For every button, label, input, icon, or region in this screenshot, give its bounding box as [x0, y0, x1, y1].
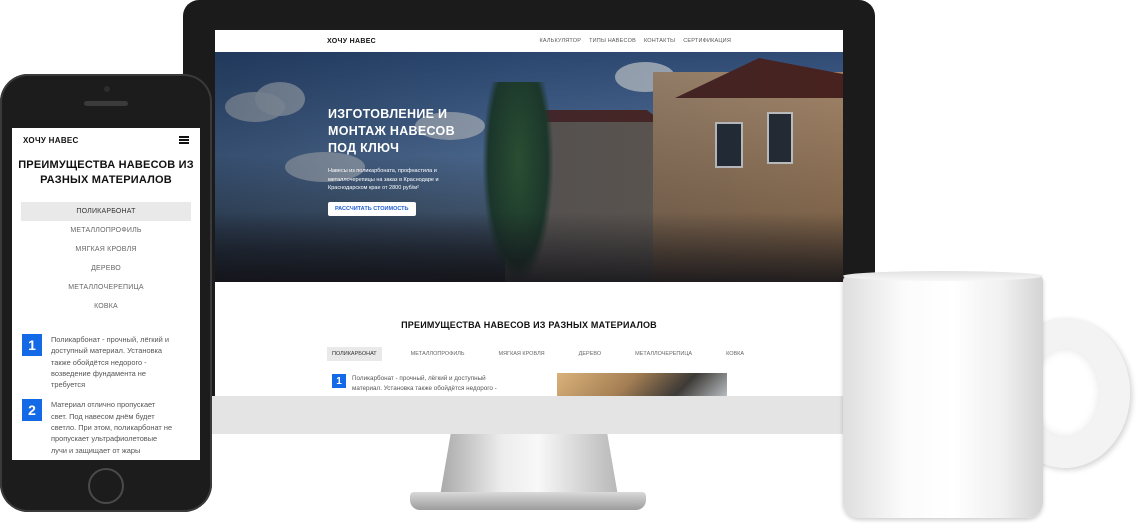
mug-body — [843, 275, 1043, 518]
hamburger-menu-icon[interactable] — [179, 136, 189, 144]
imac-chin — [183, 396, 875, 434]
mug-rim — [843, 271, 1043, 281]
desktop-menu: КАЛЬКУЛЯТОР ТИПЫ НАВЕСОВ КОНТАКТЫ СЕРТИФ… — [539, 38, 731, 44]
hero-content: ИЗГОТОВЛЕНИЕ И МОНТАЖ НАВЕСОВ ПОД КЛЮЧ Н… — [328, 106, 508, 216]
phone-frame: ХОЧУ НАВЕС ПРЕИМУЩЕСТВА НАВЕСОВ ИЗ РАЗНЫ… — [0, 74, 212, 512]
mobile-advantages-title: ПРЕИМУЩЕСТВА НАВЕСОВ ИЗ РАЗНЫХ МАТЕРИАЛО… — [18, 159, 194, 186]
feature-photo — [557, 373, 727, 396]
mobile-logo[interactable]: ХОЧУ НАВЕС — [23, 136, 79, 145]
calculate-cost-button[interactable]: РАССЧИТАТЬ СТОИМОСТЬ — [328, 201, 416, 216]
desktop-hero: ИЗГОТОВЛЕНИЕ И МОНТАЖ НАВЕСОВ ПОД КЛЮЧ Н… — [215, 52, 843, 282]
nav-link-certification[interactable]: СЕРТИФИКАЦИЯ — [683, 38, 731, 44]
nav-link-canopy-types[interactable]: ТИПЫ НАВЕСОВ — [589, 38, 636, 44]
feature-text: Материал отлично пропускает свет. Под на… — [51, 400, 173, 455]
nav-link-calculator[interactable]: КАЛЬКУЛЯТОР — [539, 38, 581, 44]
hero-subtitle: Навесы из поликарбоната, профнастила и м… — [328, 168, 439, 191]
phone-speaker — [84, 101, 128, 106]
feature-text: Поликарбонат - прочный, лёгкий и доступн… — [51, 335, 169, 390]
tab-wood[interactable]: ДЕРЕВО — [574, 347, 607, 361]
imac-base — [410, 492, 646, 510]
desktop-material-tabs: ПОЛИКАРБОНАТ МЕТАЛЛОПРОФИЛЬ МЯГКАЯ КРОВЛ… — [327, 347, 749, 361]
tab-wood[interactable]: ДЕРЕВО — [21, 259, 191, 278]
desktop-feature-item: 1 Поликарбонат - прочный, лёгкий и досту… — [332, 374, 522, 393]
tab-soft-roofing[interactable]: МЯГКАЯ КРОВЛЯ — [494, 347, 550, 361]
mobile-feature-item: 2 Материал отлично пропускает свет. Под … — [22, 399, 190, 455]
tab-soft-roofing[interactable]: МЯГКАЯ КРОВЛЯ — [21, 240, 191, 259]
tab-forging[interactable]: КОВКА — [721, 347, 749, 361]
phone-camera — [104, 86, 110, 92]
mobile-screen: ХОЧУ НАВЕС ПРЕИМУЩЕСТВА НАВЕСОВ ИЗ РАЗНЫ… — [12, 128, 200, 460]
tab-polycarbonate[interactable]: ПОЛИКАРБОНАТ — [327, 347, 382, 361]
desktop-screen: ХОЧУ НАВЕС КАЛЬКУЛЯТОР ТИПЫ НАВЕСОВ КОНТ… — [215, 30, 843, 396]
hero-bottom-shade — [215, 212, 843, 282]
tab-polycarbonate[interactable]: ПОЛИКАРБОНАТ — [21, 202, 191, 221]
feature-number-badge: 1 — [22, 334, 42, 356]
imac-stand — [440, 434, 618, 496]
feature-number-badge: 2 — [22, 399, 42, 422]
tab-metal-profile[interactable]: МЕТАЛЛОПРОФИЛЬ — [21, 221, 191, 240]
nav-link-contacts[interactable]: КОНТАКТЫ — [644, 38, 675, 44]
tab-forging[interactable]: КОВКА — [21, 297, 191, 316]
desktop-navbar: ХОЧУ НАВЕС КАЛЬКУЛЯТОР ТИПЫ НАВЕСОВ КОНТ… — [215, 30, 843, 52]
mobile-navbar: ХОЧУ НАВЕС — [12, 128, 200, 152]
feature-number-badge: 1 — [332, 374, 346, 388]
desktop-logo[interactable]: ХОЧУ НАВЕС — [327, 38, 376, 45]
mobile-feature-list: 1 Поликарбонат - прочный, лёгкий и досту… — [12, 334, 200, 456]
phone-home-button — [88, 468, 124, 504]
feature-text: Поликарбонат - прочный, лёгкий и доступн… — [352, 375, 497, 392]
mobile-feature-item: 1 Поликарбонат - прочный, лёгкий и досту… — [22, 334, 190, 390]
hero-title: ИЗГОТОВЛЕНИЕ И МОНТАЖ НАВЕСОВ ПОД КЛЮЧ — [328, 107, 455, 155]
advantages-title: ПРЕИМУЩЕСТВА НАВЕСОВ ИЗ РАЗНЫХ МАТЕРИАЛО… — [401, 320, 657, 330]
tab-metal-profile[interactable]: МЕТАЛЛОПРОФИЛЬ — [406, 347, 470, 361]
mobile-material-tabs: ПОЛИКАРБОНАТ МЕТАЛЛОПРОФИЛЬ МЯГКАЯ КРОВЛ… — [21, 202, 191, 316]
tab-metal-tile[interactable]: МЕТАЛЛОЧЕРЕПИЦА — [21, 278, 191, 297]
tab-metal-tile[interactable]: МЕТАЛЛОЧЕРЕПИЦА — [630, 347, 697, 361]
